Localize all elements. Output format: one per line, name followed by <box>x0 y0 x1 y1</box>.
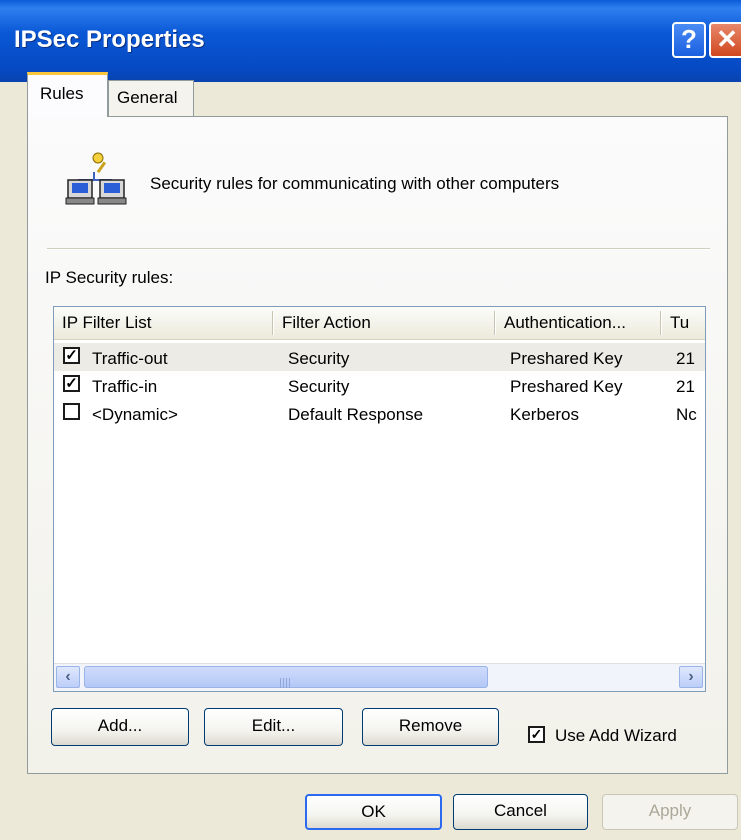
column-filter-action[interactable]: Filter Action <box>274 307 496 339</box>
cell-filter-action: Security <box>288 377 350 396</box>
table-row[interactable]: ✓ Traffic-in Security Preshared Key 21 <box>54 371 705 399</box>
scroll-thumb[interactable] <box>84 666 488 688</box>
cell-tunnel: Nc <box>676 405 697 424</box>
intro-text: Security rules for communicating with ot… <box>150 174 560 193</box>
cell-authentication: Preshared Key <box>510 377 623 396</box>
scroll-right-button[interactable]: › <box>679 666 703 688</box>
rule-checkbox[interactable] <box>63 403 80 420</box>
cell-tunnel: 21 <box>676 377 695 396</box>
use-add-wizard-checkbox[interactable]: ✓ <box>528 726 545 743</box>
cell-filter-list: <Dynamic> <box>92 405 178 424</box>
rules-list[interactable]: IP Filter List Filter Action Authenticat… <box>53 306 706 692</box>
tab-rules[interactable]: Rules <box>27 72 108 117</box>
window-title: IPSec Properties <box>14 26 205 53</box>
list-header: IP Filter List Filter Action Authenticat… <box>54 307 705 340</box>
cell-filter-list: Traffic-out <box>92 349 168 368</box>
grip-icon <box>280 673 292 688</box>
cell-authentication: Kerberos <box>510 405 579 424</box>
column-authentication[interactable]: Authentication... <box>496 307 662 339</box>
cell-filter-list: Traffic-in <box>92 377 158 396</box>
cell-authentication: Preshared Key <box>510 349 623 368</box>
help-button[interactable]: ? <box>672 22 706 58</box>
rule-checkbox[interactable]: ✓ <box>63 375 80 392</box>
edit-button[interactable]: Edit... <box>204 708 343 746</box>
column-ip-filter-list[interactable]: IP Filter List <box>54 307 274 339</box>
tab-general[interactable]: General <box>108 80 194 116</box>
table-row[interactable]: <Dynamic> Default Response Kerberos Nc <box>54 399 705 427</box>
tab-general-label: General <box>117 88 178 107</box>
cell-filter-action: Default Response <box>288 405 424 424</box>
remove-button[interactable]: Remove <box>362 708 499 746</box>
horizontal-scrollbar[interactable]: ‹ › <box>54 663 705 691</box>
network-computers-key-icon <box>65 152 127 205</box>
tab-rules-label: Rules <box>40 84 84 103</box>
ok-button[interactable]: OK <box>305 794 442 830</box>
scroll-left-button[interactable]: ‹ <box>56 666 80 688</box>
cancel-button[interactable]: Cancel <box>453 794 588 830</box>
column-tunnel[interactable]: Tu <box>662 307 705 339</box>
add-button[interactable]: Add... <box>51 708 189 746</box>
title-bar[interactable]: IPSec Properties ? ✕ <box>0 0 741 82</box>
rules-label: IP Security rules: <box>45 268 174 287</box>
apply-button[interactable]: Apply <box>602 794 738 830</box>
separator <box>47 248 710 250</box>
close-button[interactable]: ✕ <box>709 22 741 58</box>
table-row[interactable]: ✓ Traffic-out Security Preshared Key 21 <box>54 343 705 371</box>
cell-tunnel: 21 <box>676 349 695 368</box>
use-add-wizard-label[interactable]: Use Add Wizard <box>555 726 677 746</box>
cell-filter-action: Security <box>288 349 350 368</box>
rule-checkbox[interactable]: ✓ <box>63 347 80 364</box>
